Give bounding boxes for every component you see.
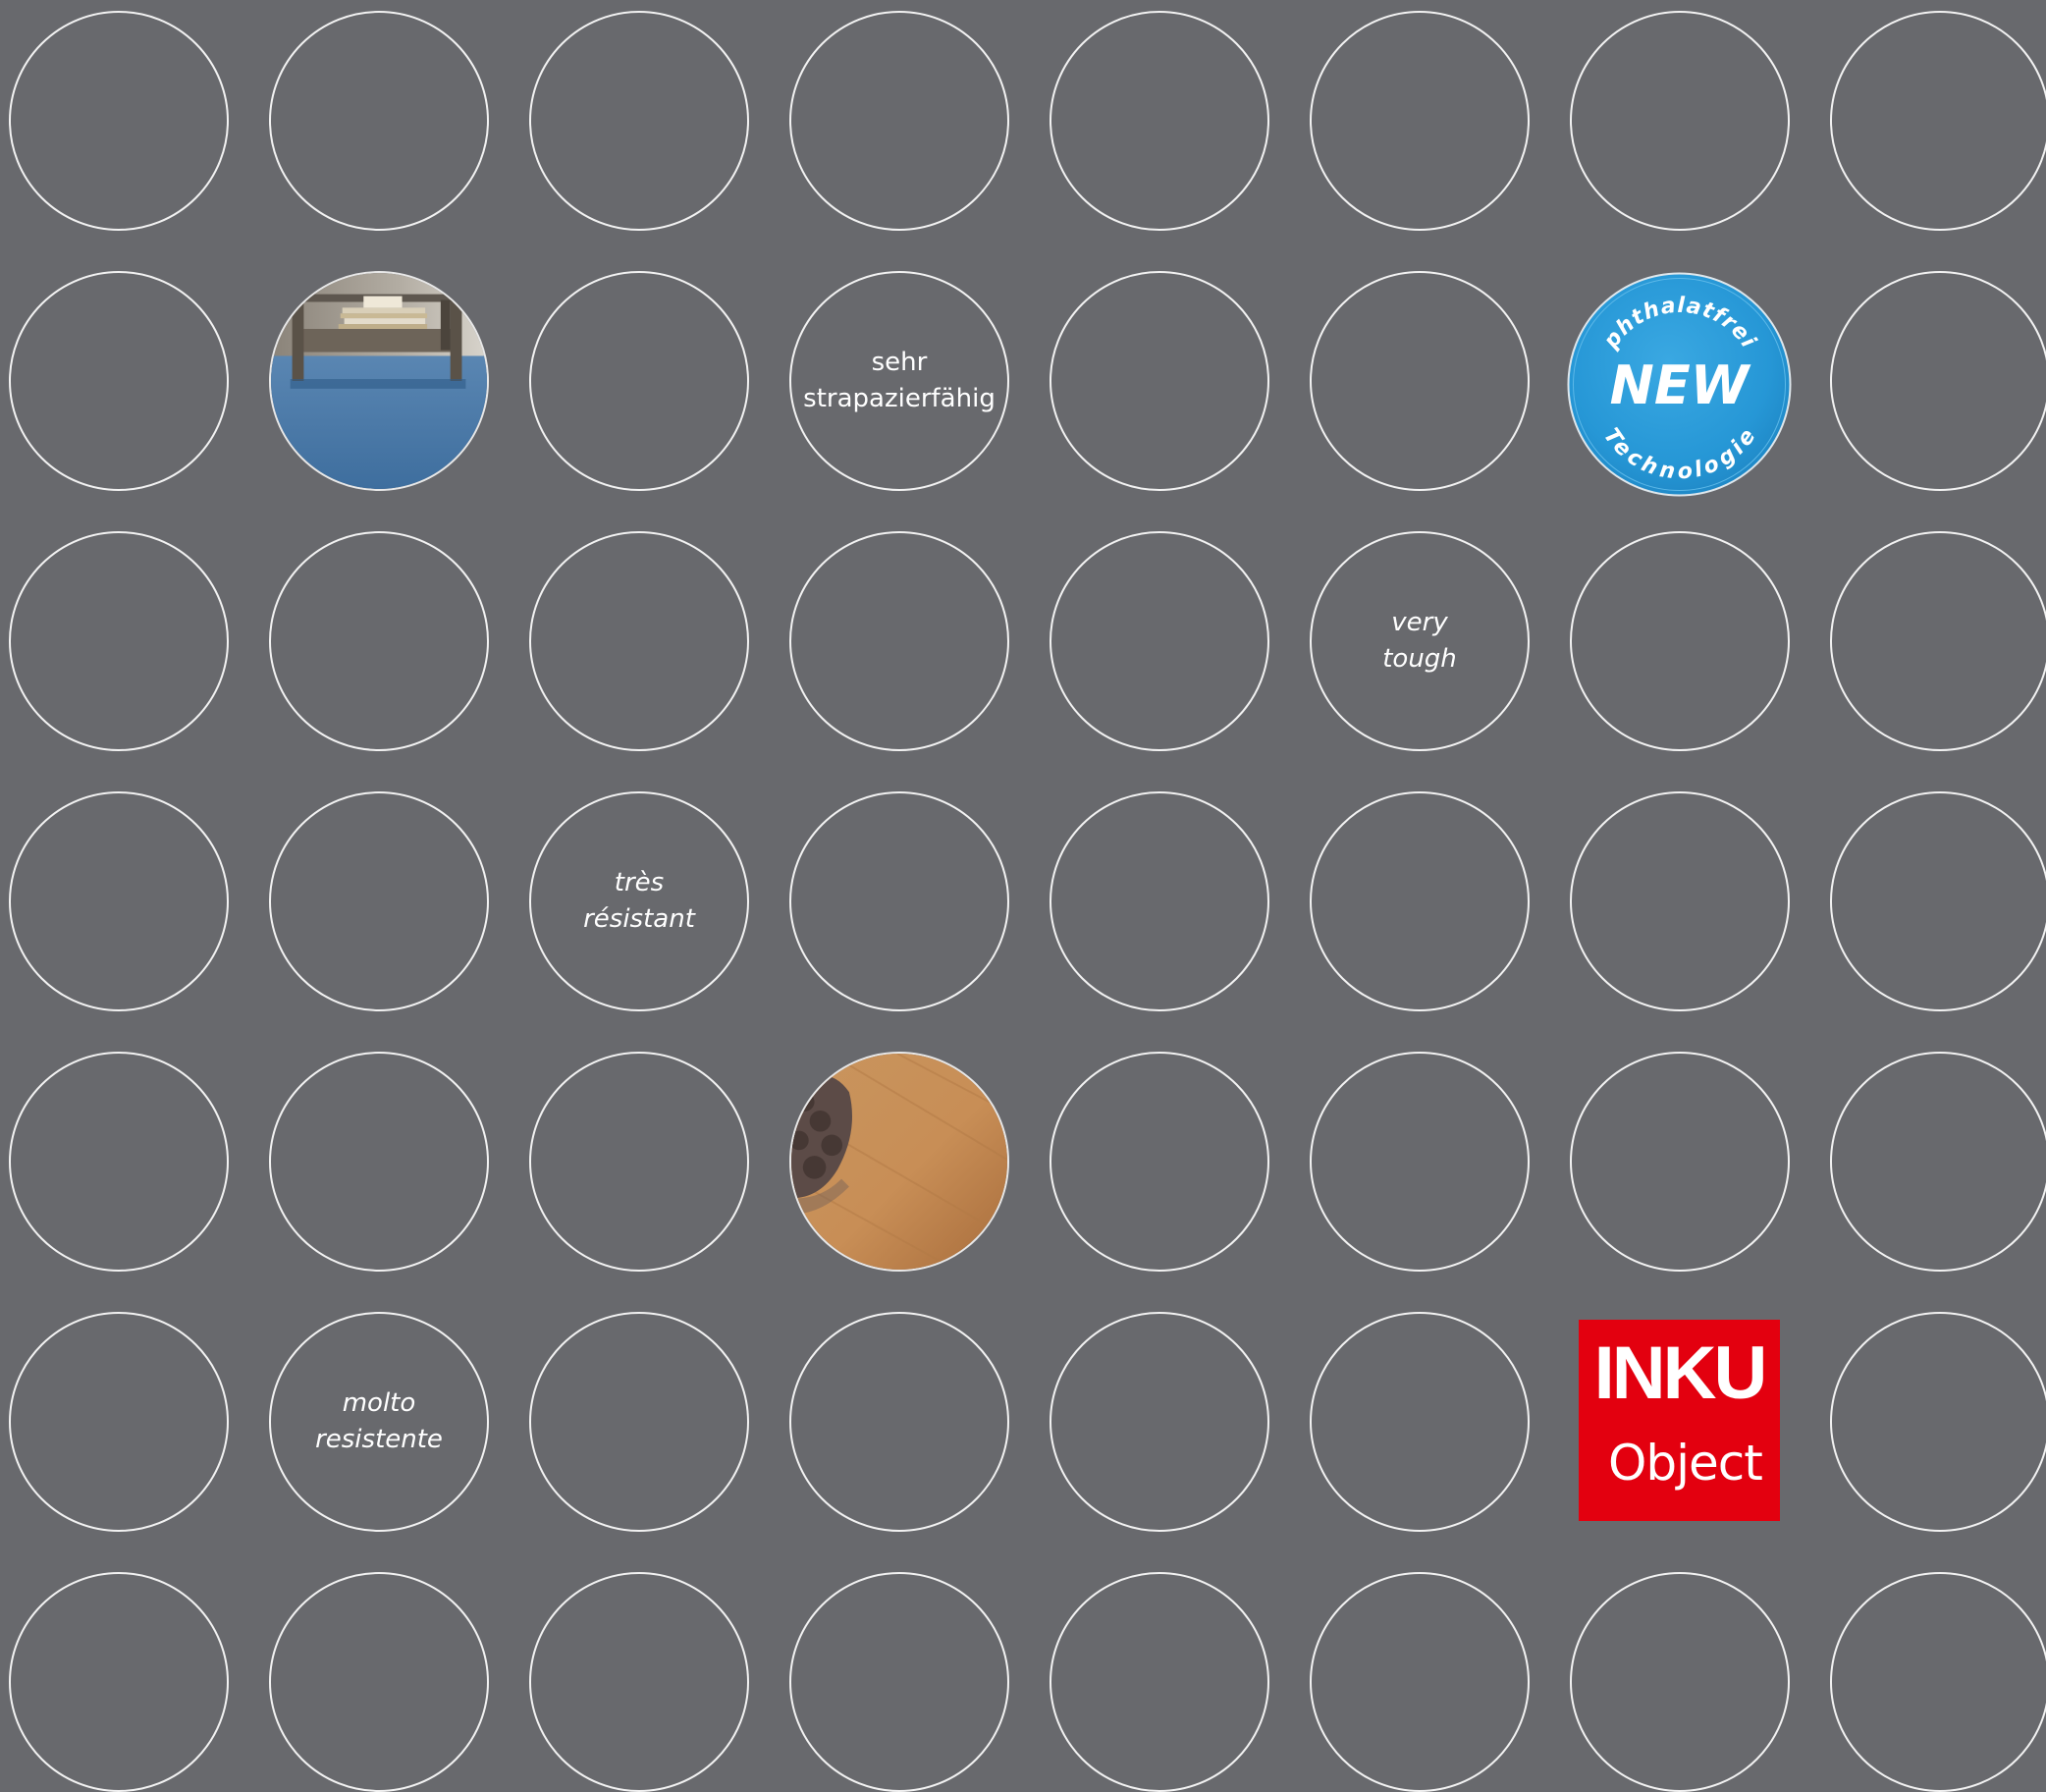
outline-circle bbox=[789, 791, 1009, 1011]
brochure-cover: sehr strapazierfähig very tough très résistan… bbox=[0, 0, 2046, 1792]
outline-circle bbox=[1310, 11, 1530, 231]
outline-circle bbox=[1830, 1572, 2046, 1792]
outline-circle bbox=[789, 1312, 1009, 1532]
new-badge: phthalatfrei NEW Technologie bbox=[1567, 272, 1792, 497]
outline-circle bbox=[789, 531, 1009, 751]
outline-circle bbox=[1050, 531, 1269, 751]
outline-circle bbox=[529, 1312, 749, 1532]
label-french-circle: très résistant bbox=[529, 791, 749, 1011]
outline-circle bbox=[9, 271, 229, 491]
blue-carpet-photo bbox=[271, 273, 487, 489]
outline-circle bbox=[269, 791, 489, 1011]
outline-circle bbox=[1830, 1052, 2046, 1272]
outline-circle bbox=[1310, 1052, 1530, 1272]
outline-circle bbox=[1570, 1572, 1790, 1792]
logo-brand-text: INKU bbox=[1593, 1331, 1768, 1415]
outline-circle bbox=[269, 1572, 489, 1792]
label-english-circle: very tough bbox=[1310, 531, 1530, 751]
outline-circle bbox=[1830, 791, 2046, 1011]
outline-circle bbox=[9, 11, 229, 231]
label-italian: molto resistente bbox=[281, 1385, 477, 1458]
new-badge-graphic: phthalatfrei NEW Technologie bbox=[1567, 272, 1792, 497]
outline-circle bbox=[529, 1572, 749, 1792]
outline-circle bbox=[789, 1572, 1009, 1792]
outline-circle bbox=[9, 1312, 229, 1532]
outline-circle bbox=[9, 1052, 229, 1272]
badge-main-text: NEW bbox=[1610, 354, 1751, 416]
outline-circle bbox=[9, 531, 229, 751]
label-german-line: strapazierfähig bbox=[803, 384, 996, 413]
wood-floor-photo bbox=[791, 1054, 1007, 1270]
outline-circle bbox=[1570, 1052, 1790, 1272]
outline-circle bbox=[1830, 271, 2046, 491]
outline-circle bbox=[529, 11, 749, 231]
outline-circle bbox=[1050, 271, 1269, 491]
outline-circle bbox=[789, 11, 1009, 231]
outline-circle bbox=[1570, 11, 1790, 231]
outline-circle bbox=[529, 531, 749, 751]
outline-circle bbox=[1570, 531, 1790, 751]
outline-circle bbox=[529, 271, 749, 491]
label-english-line: very bbox=[1391, 608, 1448, 637]
outline-circle bbox=[1050, 1052, 1269, 1272]
outline-circle bbox=[1050, 791, 1269, 1011]
outline-circle bbox=[269, 11, 489, 231]
outline-circle bbox=[1310, 791, 1530, 1011]
label-french-line: très bbox=[614, 868, 665, 897]
label-english: very tough bbox=[1321, 605, 1518, 678]
outline-circle bbox=[269, 1052, 489, 1272]
inku-object-logo: INKU Object bbox=[1579, 1320, 1780, 1521]
outline-circle bbox=[1050, 11, 1269, 231]
outline-circle bbox=[9, 1572, 229, 1792]
outline-circle bbox=[1830, 11, 2046, 231]
label-french: très résistant bbox=[541, 865, 737, 938]
outline-circle bbox=[9, 791, 229, 1011]
outline-circle bbox=[269, 531, 489, 751]
outline-circle bbox=[529, 1052, 749, 1272]
outline-circle bbox=[1830, 1312, 2046, 1532]
label-italian-line: molto bbox=[342, 1388, 416, 1418]
outline-circle bbox=[1310, 1312, 1530, 1532]
logo-subtitle-text: Object bbox=[1608, 1435, 1763, 1492]
outline-circle bbox=[1310, 1572, 1530, 1792]
label-english-line: tough bbox=[1382, 644, 1457, 674]
outline-circle bbox=[1830, 531, 2046, 751]
label-italian-line: resistente bbox=[315, 1425, 443, 1454]
label-italian-circle: molto resistente bbox=[269, 1312, 489, 1532]
label-german-line: sehr bbox=[871, 348, 928, 377]
outline-circle bbox=[1050, 1312, 1269, 1532]
wood-floor-photo-circle bbox=[789, 1052, 1009, 1272]
outline-circle bbox=[1050, 1572, 1269, 1792]
blue-carpet-photo-circle bbox=[269, 271, 489, 491]
outline-circle bbox=[1310, 271, 1530, 491]
label-german-circle: sehr strapazierfähig bbox=[789, 271, 1009, 491]
label-french-line: résistant bbox=[583, 904, 695, 934]
outline-circle bbox=[1570, 791, 1790, 1011]
label-german: sehr strapazierfähig bbox=[801, 345, 997, 417]
